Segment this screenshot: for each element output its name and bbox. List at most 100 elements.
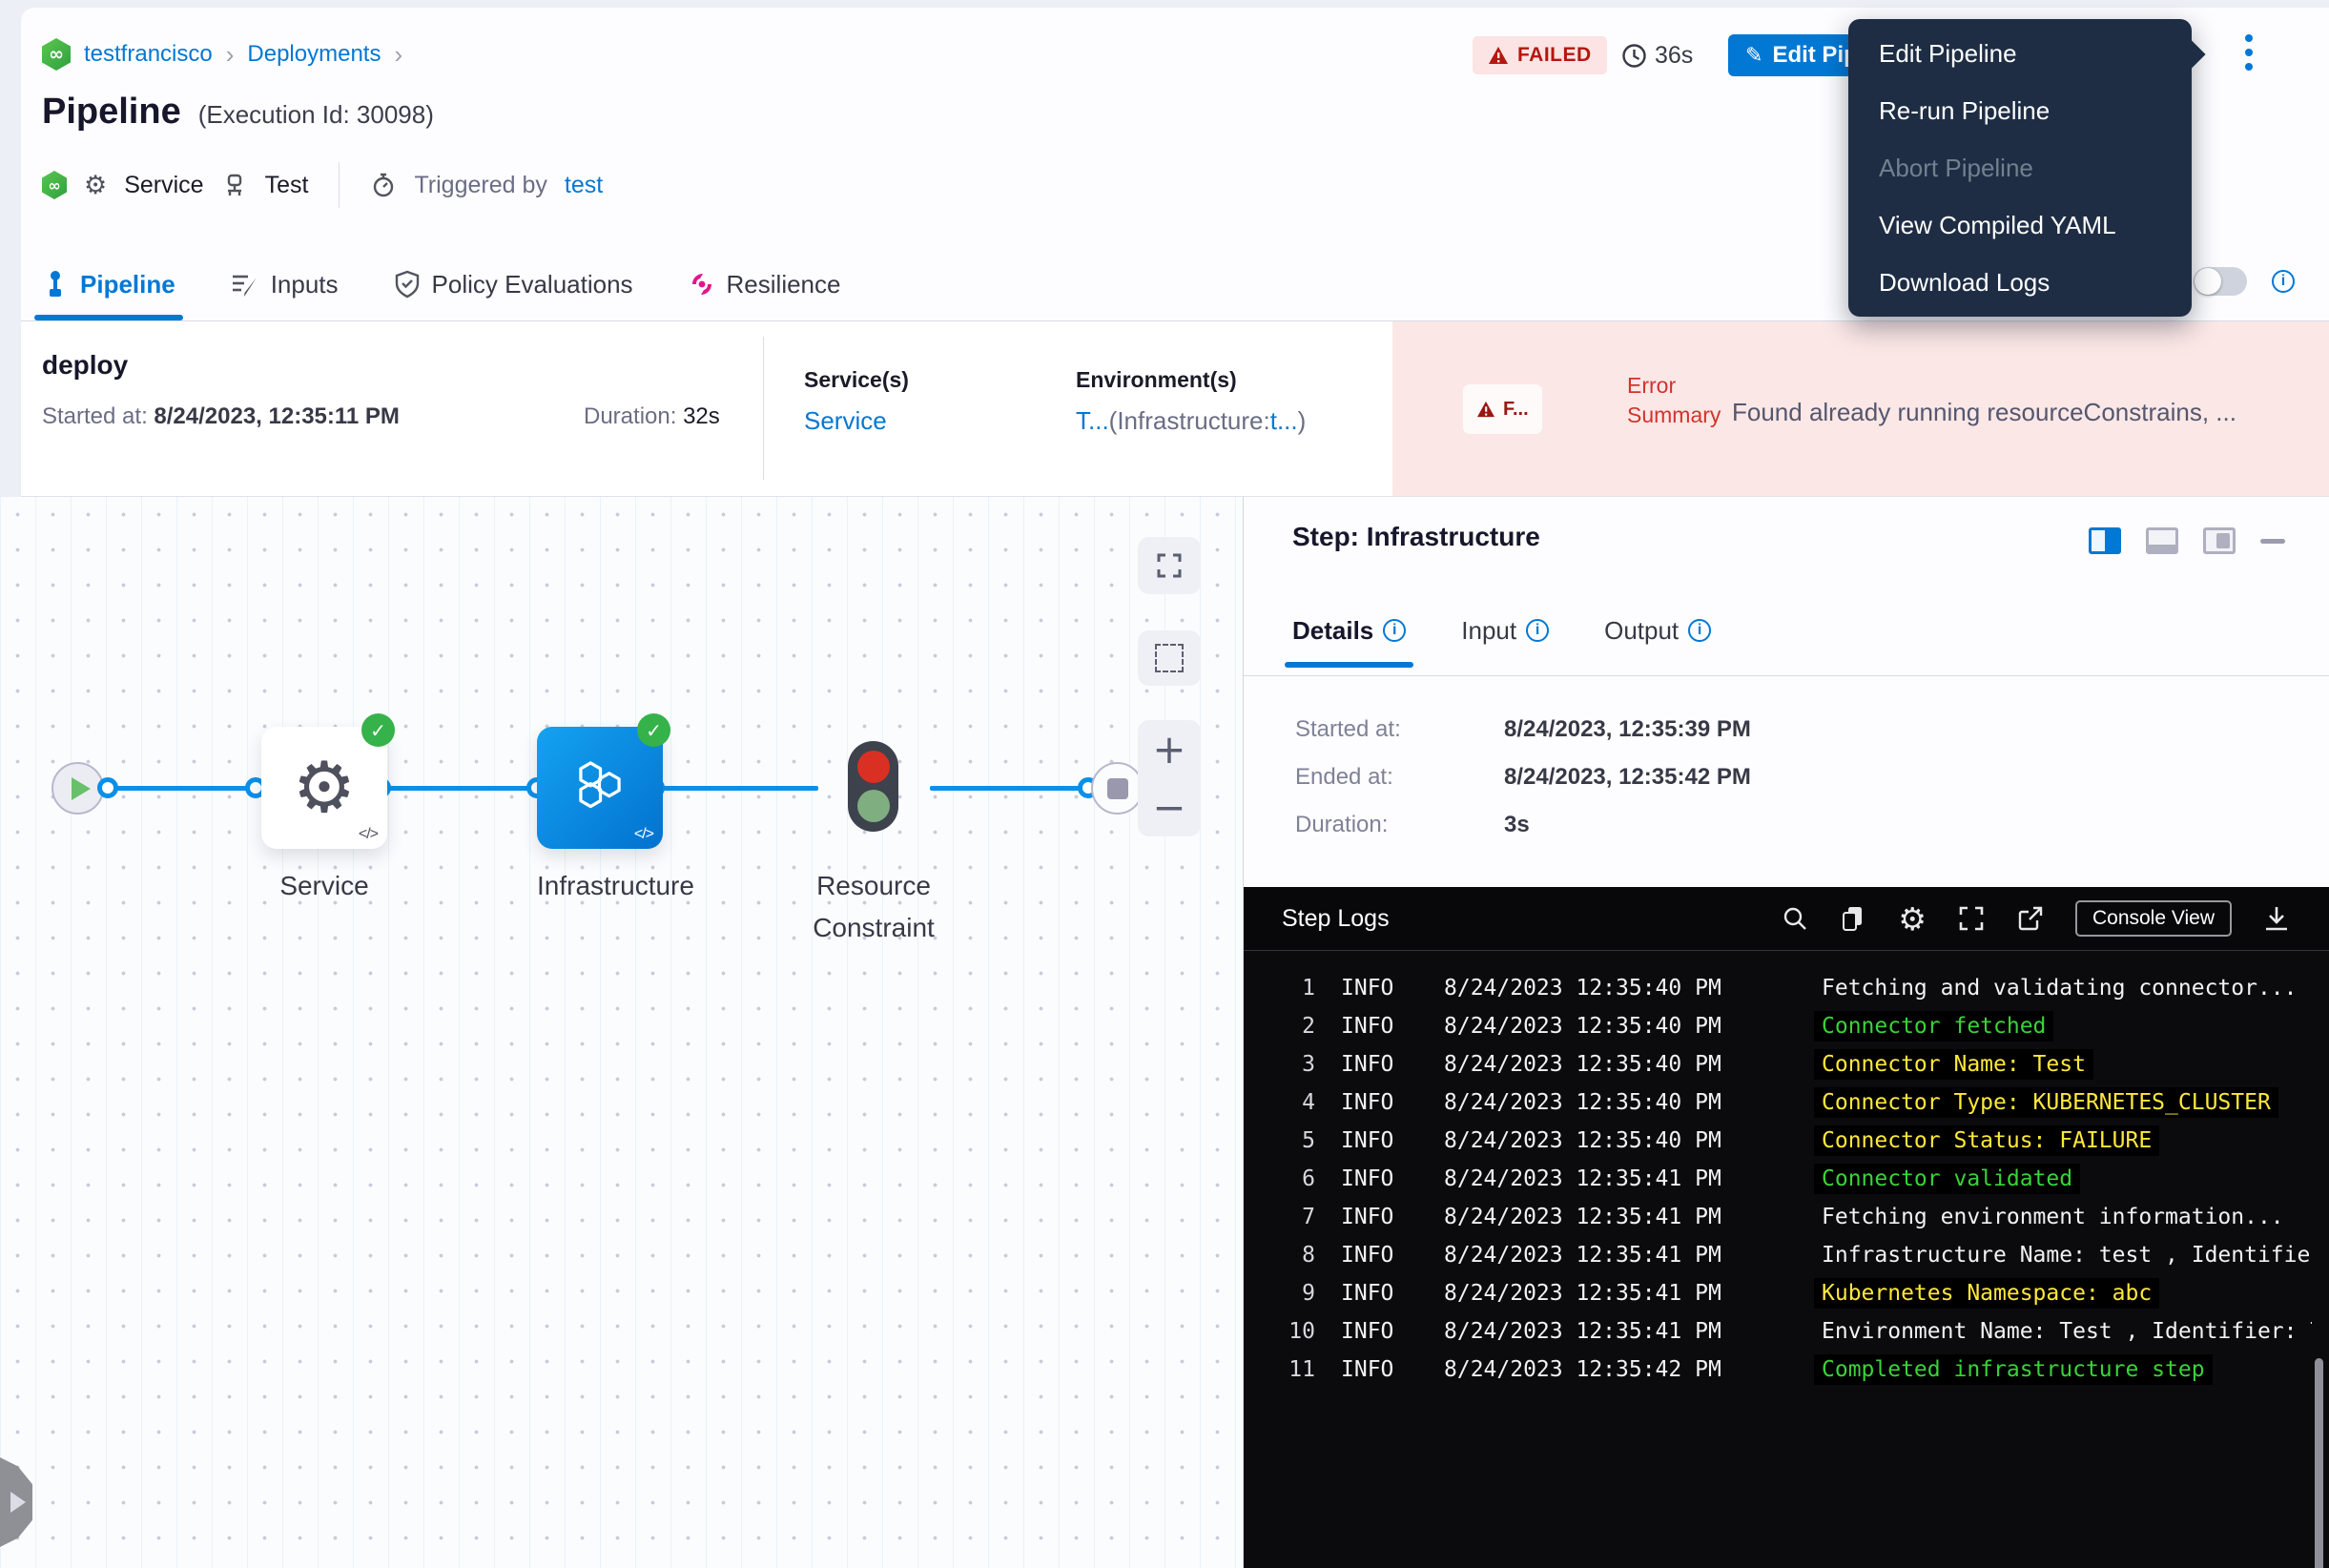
pipeline-execution-page: ∞ testfrancisco › Deployments › Pipeline… bbox=[0, 0, 2329, 1568]
stop-icon bbox=[1107, 778, 1128, 799]
fullscreen-icon[interactable] bbox=[1957, 904, 1986, 933]
services-column: Service(s) Service bbox=[804, 367, 909, 436]
layout-right-button[interactable] bbox=[2203, 527, 2236, 554]
duration-label: Duration: bbox=[584, 403, 676, 429]
menu-item-view-compiled-yaml[interactable]: View Compiled YAML bbox=[1848, 196, 2192, 254]
tab-inputs[interactable]: Inputs bbox=[231, 248, 339, 320]
stage-duration: Duration: 32s bbox=[584, 403, 720, 430]
breadcrumb-account-link[interactable]: testfrancisco bbox=[84, 41, 213, 68]
pipeline-canvas[interactable]: ⚙ ✓ </> Service ✓ </> Infrastructure Res… bbox=[0, 497, 1244, 1568]
environment-link[interactable]: T...(Infrastructure:t...) bbox=[1076, 406, 1306, 436]
node-label: Service bbox=[261, 865, 387, 907]
edge bbox=[930, 786, 1092, 791]
download-icon[interactable] bbox=[2262, 904, 2291, 933]
log-message: Connector fetched bbox=[1814, 1011, 2053, 1042]
toggle-knob bbox=[2195, 268, 2221, 295]
tab-resilience[interactable]: Resilience bbox=[689, 248, 841, 320]
breadcrumb-deployments-link[interactable]: Deployments bbox=[247, 41, 381, 68]
tab-output[interactable]: Outputi bbox=[1604, 602, 1711, 659]
tab-policy-evaluations[interactable]: Policy Evaluations bbox=[394, 248, 633, 320]
zoom-out-button[interactable]: − bbox=[1152, 788, 1185, 828]
edge bbox=[654, 786, 818, 791]
open-external-icon[interactable] bbox=[2016, 904, 2045, 933]
gear-icon: ⚙ bbox=[84, 171, 107, 200]
node-label: Resource Constraint bbox=[768, 865, 979, 949]
multi-select-button[interactable] bbox=[1138, 630, 1201, 686]
log-message: Fetching and validating connector... bbox=[1814, 973, 2305, 1003]
step-logs-header: Step Logs ⚙ Console View bbox=[1244, 887, 2329, 951]
pipeline-start-node[interactable] bbox=[52, 762, 104, 815]
log-level: INFO bbox=[1341, 1090, 1408, 1115]
menu-item-re-run-pipeline[interactable]: Re-run Pipeline bbox=[1848, 82, 2192, 139]
layout-split-right-button[interactable] bbox=[2089, 527, 2121, 554]
status-badge: FAILED bbox=[1473, 36, 1607, 74]
info-icon[interactable]: i bbox=[2272, 270, 2295, 293]
tab-input[interactable]: Inputi bbox=[1461, 602, 1549, 659]
service-tag[interactable]: Service bbox=[124, 172, 203, 199]
panel-layout-controls bbox=[2089, 527, 2285, 554]
node-service[interactable]: ⚙ ✓ </> bbox=[261, 727, 387, 849]
menu-item-edit-pipeline[interactable]: Edit Pipeline bbox=[1848, 25, 2192, 82]
log-scrollbar[interactable] bbox=[2315, 1358, 2323, 1568]
tab-pipeline[interactable]: Pipeline bbox=[42, 248, 175, 320]
log-line-number: 4 bbox=[1244, 1090, 1315, 1115]
console-view-button[interactable]: Console View bbox=[2075, 900, 2232, 937]
chevron-right-icon: › bbox=[226, 40, 235, 70]
code-icon: </> bbox=[359, 826, 378, 843]
copy-icon[interactable] bbox=[1839, 904, 1867, 933]
pipeline-meta-row: ∞ ⚙ Service Test Triggered by test bbox=[42, 162, 603, 208]
menu-item-download-logs[interactable]: Download Logs bbox=[1848, 254, 2192, 311]
zoom-in-button[interactable]: + bbox=[1152, 730, 1185, 770]
log-line-number: 10 bbox=[1244, 1319, 1315, 1344]
environments-label: Environment(s) bbox=[1076, 367, 1306, 393]
title-row: Pipeline (Execution Id: 30098) bbox=[42, 92, 434, 133]
log-timestamp: 8/24/2023 12:35:41 PM bbox=[1444, 1205, 1730, 1229]
info-icon[interactable]: i bbox=[1383, 619, 1406, 642]
code-icon: </> bbox=[634, 826, 653, 843]
step-logs-console: Step Logs ⚙ Console View bbox=[1244, 887, 2329, 1568]
triggered-by-user-link[interactable]: test bbox=[565, 172, 603, 199]
step-detail-tabs: Detailsi Inputi Outputi bbox=[1292, 602, 1711, 659]
error-summary-message[interactable]: Found already running resourceConstrains… bbox=[1732, 398, 2300, 427]
more-options-button[interactable] bbox=[2239, 34, 2258, 71]
search-icon[interactable] bbox=[1782, 905, 1808, 932]
info-icon[interactable]: i bbox=[1526, 619, 1549, 642]
log-level: INFO bbox=[1341, 976, 1408, 1001]
log-row: 4INFO8/24/2023 12:35:40 PMConnector Type… bbox=[1244, 1083, 2312, 1122]
fullscreen-icon bbox=[1155, 551, 1184, 580]
log-row: 9INFO8/24/2023 12:35:41 PMKubernetes Nam… bbox=[1244, 1274, 2312, 1312]
view-toggle[interactable] bbox=[2194, 267, 2247, 296]
log-row: 7INFO8/24/2023 12:35:41 PMFetching envir… bbox=[1244, 1198, 2312, 1236]
selection-box-icon bbox=[1155, 644, 1184, 672]
pipeline-end-node[interactable] bbox=[1091, 762, 1144, 815]
fullscreen-canvas-button[interactable] bbox=[1138, 537, 1201, 594]
log-list[interactable]: 1INFO8/24/2023 12:35:40 PMFetching and v… bbox=[1244, 969, 2312, 1568]
stage-name[interactable]: deploy bbox=[42, 350, 128, 381]
detail-row-started: Started at: 8/24/2023, 12:35:39 PM bbox=[1295, 716, 1401, 743]
minimize-panel-button[interactable] bbox=[2260, 539, 2285, 544]
log-line-number: 3 bbox=[1244, 1052, 1315, 1077]
status-text: FAILED bbox=[1517, 44, 1592, 67]
log-row: 3INFO8/24/2023 12:35:40 PMConnector Name… bbox=[1244, 1045, 2312, 1083]
warning-icon bbox=[1476, 401, 1495, 418]
node-label: Infrastructure bbox=[537, 865, 663, 907]
node-infrastructure[interactable]: ✓ </> bbox=[537, 727, 663, 849]
breadcrumb: ∞ testfrancisco › Deployments › bbox=[42, 38, 402, 71]
info-icon[interactable]: i bbox=[1688, 619, 1711, 642]
triggered-by-label: Triggered by bbox=[414, 172, 546, 199]
tab-details[interactable]: Detailsi bbox=[1292, 602, 1406, 659]
layout-bottom-button[interactable] bbox=[2146, 527, 2178, 554]
log-timestamp: 8/24/2023 12:35:41 PM bbox=[1444, 1243, 1730, 1268]
service-link[interactable]: Service bbox=[804, 406, 909, 436]
log-timestamp: 8/24/2023 12:35:40 PM bbox=[1444, 976, 1730, 1001]
step-detail-panel: Step: Infrastructure Detailsi Inputi Out… bbox=[1244, 497, 2329, 1568]
context-menu: Edit PipelineRe-run PipelineAbort Pipeli… bbox=[1848, 19, 2192, 317]
node-resource-constraint[interactable] bbox=[848, 741, 898, 832]
connector-dot[interactable] bbox=[97, 777, 118, 798]
test-tag[interactable]: Test bbox=[265, 172, 309, 199]
started-value: 8/24/2023, 12:35:11 PM bbox=[154, 403, 400, 429]
log-timestamp: 8/24/2023 12:35:41 PM bbox=[1444, 1166, 1730, 1191]
log-settings-gear-icon[interactable]: ⚙ bbox=[1898, 903, 1927, 935]
duration-value: 32s bbox=[683, 403, 720, 429]
log-message: Connector Status: FAILURE bbox=[1814, 1125, 2159, 1156]
